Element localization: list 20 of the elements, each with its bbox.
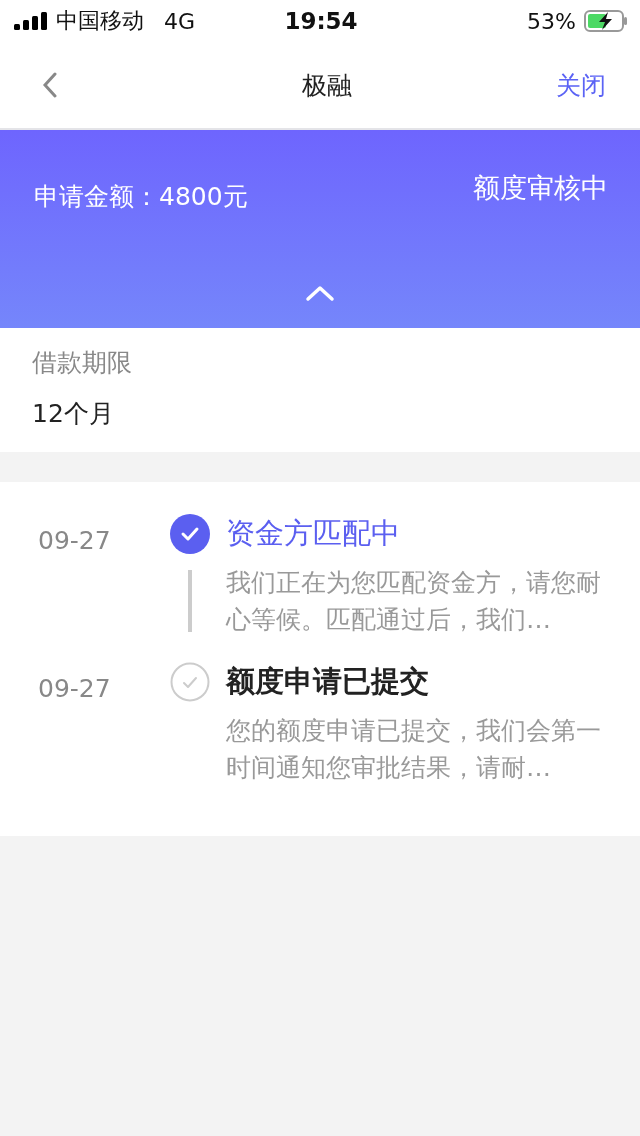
event-title: 额度申请已提交	[226, 663, 430, 700]
battery-charging-icon	[584, 10, 628, 32]
battery-percent: 53%	[527, 8, 576, 34]
event-title: 资金方匹配中	[226, 515, 401, 552]
review-status: 额度审核中	[473, 171, 608, 205]
event-date: 09-27	[38, 673, 112, 705]
chevron-up-icon[interactable]	[305, 284, 335, 302]
signal-icon	[14, 12, 48, 30]
event-description: 您的额度申请已提交，我们会第一时间通知您审批结果，请耐…	[226, 715, 602, 784]
clock-time: 19:54	[284, 8, 358, 34]
back-icon[interactable]	[42, 72, 58, 98]
page-title: 极融	[302, 69, 352, 102]
close-link[interactable]: 关闭	[556, 68, 606, 102]
event-date: 09-27	[38, 525, 112, 557]
loan-amount: 申请金额：4800元	[34, 181, 248, 213]
term-label: 借款期限	[32, 347, 133, 379]
network-type: 4G	[164, 8, 196, 34]
term-value: 12个月	[32, 398, 115, 430]
event-description: 我们正在为您匹配资金方，请您耐心等候。匹配通过后，我们…	[226, 567, 602, 636]
carrier-name: 中国移动	[56, 7, 144, 35]
